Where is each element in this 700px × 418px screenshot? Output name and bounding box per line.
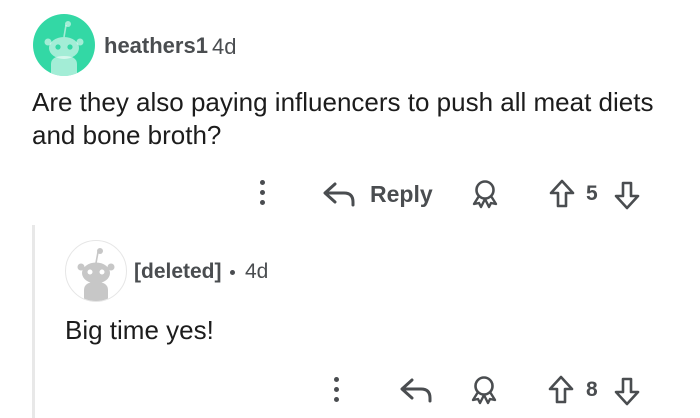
- comment-age: 4d: [212, 34, 237, 59]
- comment-body: Big time yes!: [65, 315, 214, 345]
- username[interactable]: heathers1: [104, 33, 208, 59]
- award-icon[interactable]: [471, 179, 499, 209]
- award-icon[interactable]: [470, 375, 498, 405]
- reply-arrow-icon[interactable]: [399, 376, 433, 404]
- comment-thread: heathers1 4d Are they also paying influe…: [0, 0, 700, 418]
- vote-count: 5: [586, 182, 598, 205]
- username[interactable]: [deleted]: [134, 260, 222, 284]
- comment-body: Are they also paying influencers to push…: [32, 87, 654, 150]
- reply-arrow-icon[interactable]: [322, 180, 356, 208]
- avatar[interactable]: [65, 240, 127, 302]
- downvote-arrow-icon[interactable]: [614, 180, 640, 210]
- upvote-arrow-icon[interactable]: [549, 179, 575, 209]
- comment-actions: 8: [0, 366, 700, 414]
- more-options-button[interactable]: [334, 377, 340, 405]
- avatar[interactable]: [33, 14, 95, 76]
- comment-age: 4d: [245, 260, 269, 283]
- snoo-avatar-icon: [77, 248, 115, 301]
- more-options-button[interactable]: [260, 180, 266, 208]
- vote-count: 8: [586, 378, 598, 401]
- meta-separator: [230, 270, 235, 275]
- upvote-arrow-icon[interactable]: [548, 375, 574, 405]
- reply-button[interactable]: Reply: [370, 181, 433, 208]
- snoo-avatar-icon: [44, 21, 84, 76]
- comment-actions: Reply 5: [0, 170, 700, 218]
- downvote-arrow-icon[interactable]: [614, 376, 640, 406]
